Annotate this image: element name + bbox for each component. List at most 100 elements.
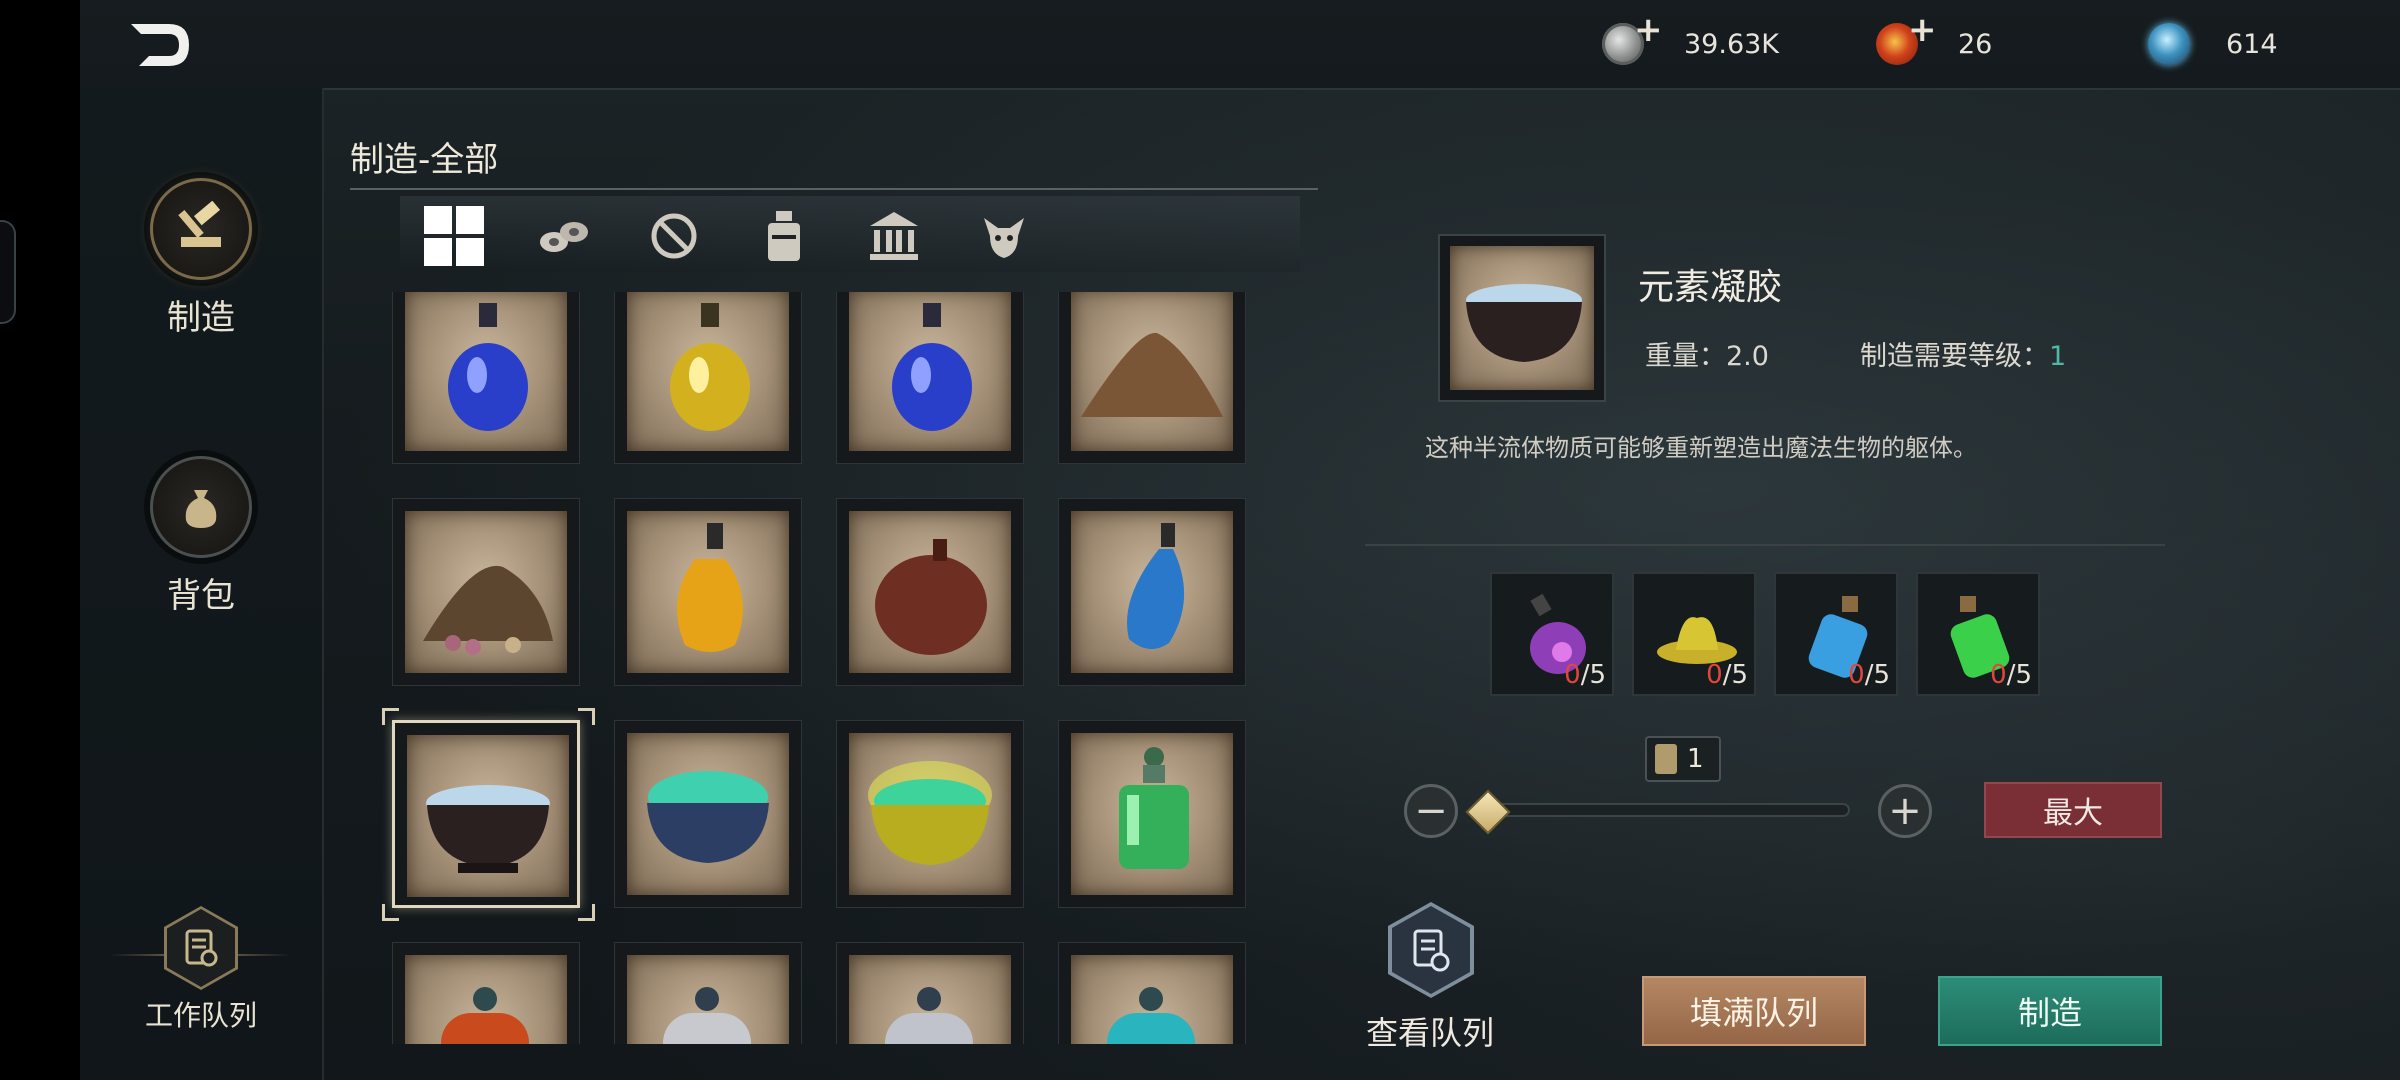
item-slot[interactable]: [614, 720, 802, 908]
work-queue-button[interactable]: 工作队列: [80, 906, 322, 1034]
quantity-display: 1: [1645, 736, 1721, 782]
material-have: 0: [1706, 660, 1723, 690]
blue-potion-icon: [448, 303, 528, 431]
currency-red[interactable]: + 26: [1876, 13, 1993, 68]
required-level-value: 1: [2049, 341, 2067, 372]
creature-head-icon: [984, 218, 1024, 258]
elemental-gel-bowl-icon: [426, 785, 550, 873]
item-weight: 重量：2.0: [1645, 341, 1769, 372]
sidebar-item-craft[interactable]: 制造: [80, 178, 322, 339]
silver-coin-icon: +: [1602, 13, 1663, 65]
filter-all[interactable]: [422, 204, 486, 268]
teal-gel-bowl-icon: [647, 771, 769, 863]
item-slot[interactable]: [392, 498, 580, 686]
item-slot[interactable]: [836, 942, 1024, 1044]
required-level-label: 制造需要等级：: [1860, 341, 2049, 372]
top-bar: [80, 0, 2400, 90]
quantity-value: 1: [1687, 744, 1704, 774]
blue-orb-icon: [2148, 23, 2190, 65]
red-gem-coin-icon: +: [1876, 13, 1937, 65]
currency-silver[interactable]: + 39.63K: [1602, 13, 1780, 68]
craft-button[interactable]: 制造: [1938, 976, 2162, 1046]
material-need: /5: [1722, 660, 1748, 690]
item-slot[interactable]: [836, 720, 1024, 908]
fill-queue-button[interactable]: 填满队列: [1642, 976, 1866, 1046]
teal-jar-icon: [1107, 987, 1195, 1044]
material-slot[interactable]: 0/5: [1490, 572, 1614, 696]
item-slot[interactable]: [614, 292, 802, 464]
clear-jar-icon: [663, 987, 751, 1044]
yellow-flask-icon: [677, 523, 743, 652]
decrease-button[interactable]: −: [1404, 784, 1458, 838]
item-slot[interactable]: [392, 942, 580, 1044]
back-button[interactable]: [125, 18, 195, 72]
selected-item-thumbnail: [1438, 234, 1606, 402]
material-count: 0/5: [1848, 660, 1890, 690]
currency-blue[interactable]: 614: [2148, 20, 2278, 68]
selection-corner: [382, 708, 399, 725]
item-grid: [372, 292, 1272, 1044]
seeds-pile-icon: [423, 565, 553, 655]
selection-corner: [578, 904, 595, 921]
calculator-icon: [1655, 744, 1677, 774]
material-slot[interactable]: 0/5: [1774, 572, 1898, 696]
no-weapon-icon: [651, 213, 697, 259]
item-required-level: 制造需要等级：1: [1860, 334, 2066, 373]
red-jar-icon: [441, 987, 529, 1044]
item-slot[interactable]: [614, 942, 802, 1044]
max-button[interactable]: 最大: [1984, 782, 2162, 838]
divider: [1365, 544, 2165, 546]
add-plus-icon[interactable]: +: [1634, 13, 1663, 47]
item-slot[interactable]: [1058, 498, 1246, 686]
item-slot[interactable]: [1058, 720, 1246, 908]
filter-weapons[interactable]: [642, 204, 706, 268]
selection-corner: [382, 904, 399, 921]
sand-pile-icon: [1081, 332, 1223, 417]
item-slot[interactable]: [836, 292, 1024, 464]
divider: [350, 188, 1318, 190]
material-have: 0: [1848, 660, 1865, 690]
currency-value: 26: [1958, 28, 1993, 60]
add-plus-icon[interactable]: +: [1908, 13, 1937, 47]
sidebar-item-label: 背包: [167, 576, 235, 616]
currency-value: 39.63K: [1684, 28, 1780, 60]
sidebar-item-label: 工作队列: [144, 999, 257, 1032]
material-count: 0/5: [1706, 660, 1748, 690]
item-slot[interactable]: [614, 498, 802, 686]
filter-materials[interactable]: [532, 204, 596, 268]
edge-tab: [0, 220, 16, 324]
material-count: 0/5: [1564, 660, 1606, 690]
bag-icon: [150, 456, 252, 558]
item-slot[interactable]: [1058, 292, 1246, 464]
material-count: 0/5: [1990, 660, 2032, 690]
sidebar-item-bag[interactable]: 背包: [80, 456, 322, 617]
material-need: /5: [1864, 660, 1890, 690]
yellow-potion-icon: [670, 303, 750, 431]
plus-icon: +: [1888, 788, 1922, 834]
filter-buildings[interactable]: [862, 204, 926, 268]
item-slot[interactable]: [392, 292, 580, 464]
quantity-slider[interactable]: [1478, 803, 1850, 817]
material-slot[interactable]: 0/5: [1916, 572, 2040, 696]
page-title: 制造-全部: [350, 140, 499, 180]
item-description: 这种半流体物质可能够重新塑造出魔法生物的躯体。: [1425, 434, 1977, 462]
scrolls-icon: [540, 222, 588, 252]
blue-potion-icon: [892, 303, 972, 431]
material-have: 0: [1990, 660, 2007, 690]
view-queue-label[interactable]: 查看队列: [1366, 1008, 1494, 1054]
item-slot[interactable]: [1058, 942, 1246, 1044]
material-slot[interactable]: 0/5: [1632, 572, 1756, 696]
item-slot-selected[interactable]: [392, 720, 580, 908]
minus-icon: −: [1414, 788, 1448, 834]
glowing-gel-bowl-icon: [868, 761, 992, 865]
increase-button[interactable]: +: [1878, 784, 1932, 838]
material-need: /5: [2006, 660, 2032, 690]
currency-value: 614: [2226, 28, 2278, 60]
selection-corner: [578, 708, 595, 725]
potion-bottle-icon: [768, 211, 800, 261]
filter-potions[interactable]: [752, 204, 816, 268]
clear-jar-icon: [885, 987, 973, 1044]
item-slot[interactable]: [836, 498, 1024, 686]
filter-creatures[interactable]: [972, 204, 1036, 268]
green-bottle-icon: [1119, 747, 1189, 869]
